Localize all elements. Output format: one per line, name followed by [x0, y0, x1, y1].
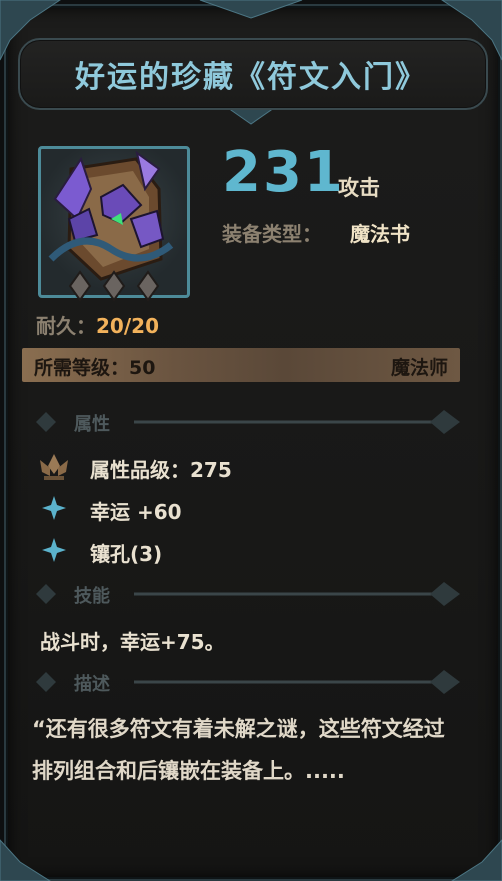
section-skill-label: 技能 [74, 586, 110, 607]
lotus-icon [40, 454, 68, 480]
section-description: 描述 [34, 670, 462, 695]
description-text: “还有很多符文有着未解之谜，这些符文经过排列组合和后镶嵌在装备上。..... [32, 717, 445, 783]
socket-gem-3 [136, 270, 160, 302]
equip-type-label: 装备类型： [222, 222, 322, 246]
equip-type-value: 魔法书 [350, 222, 410, 246]
sparkle-icon [42, 538, 66, 562]
required-class: 魔法师 [390, 357, 448, 379]
section-attributes: 属性 [34, 410, 462, 435]
durability-max: 20 [131, 314, 159, 338]
attribute-grade: 属性品级：275 [90, 458, 232, 482]
section-attributes-label: 属性 [74, 414, 110, 435]
sparkle-icon [42, 496, 66, 520]
socket-gem-2 [102, 270, 126, 302]
attribute-luck: 幸运 +60 [90, 500, 182, 524]
section-skill: 技能 [34, 582, 462, 607]
required-level: 所需等级：50 [34, 357, 156, 379]
skill-text: 战斗时，幸运+75。 [40, 630, 225, 654]
attribute-sockets: 镶孔(3) [90, 542, 163, 566]
durability: 耐久：20/20 [36, 310, 159, 339]
socket-gem-1 [68, 270, 92, 302]
section-description-label: 描述 [74, 674, 110, 695]
durability-current: 20 [96, 314, 124, 338]
attack-value: 231 [222, 140, 345, 205]
attack-label: 攻击 [338, 176, 380, 200]
item-title: 好运的珍藏《符文入门》 [75, 60, 427, 95]
durability-label: 耐久： [36, 314, 96, 338]
socket-gems [68, 270, 160, 302]
level-requirement-bar: 所需等级：50 魔法师 [22, 348, 460, 382]
